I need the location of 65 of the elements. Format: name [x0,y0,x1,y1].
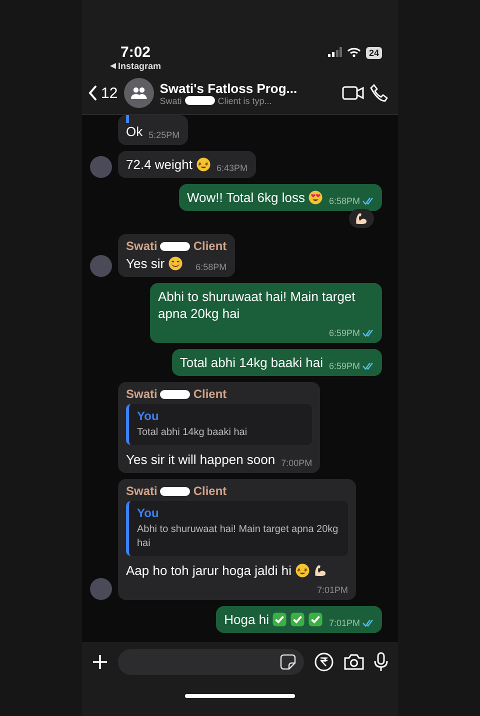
message-time: 7:01PM [328,618,360,628]
reaction-badge[interactable] [349,209,374,228]
sender-role: Client [193,387,227,401]
quoted-message[interactable]: You Abhi to shuruwaat hai! Main target apna 20kg hai [126,501,348,556]
redaction-mark [160,242,190,250]
flexed-arm-icon [312,563,328,578]
video-call-icon[interactable] [342,86,364,100]
phone-call-icon[interactable] [370,84,388,102]
message-time: 6:59PM [328,361,360,371]
check-mark-icon [290,612,305,627]
message-text: Wow!! Total 6kg loss [186,189,305,206]
typing-status: Swati [160,96,182,106]
group-avatar[interactable] [124,78,154,108]
battery-level: 24 [366,47,382,59]
redaction-mark [160,390,190,398]
back-button[interactable]: 12 [88,84,118,102]
sender-role: Client [193,484,227,498]
redaction-mark [184,96,215,105]
typing-status: Client is typ... [218,96,272,106]
sticker-icon [280,654,296,670]
message-time: 5:25PM [148,130,180,140]
message-time: 7:00PM [281,458,312,468]
message-text: Abhi to shuruwaat hai! Main target apna 20kg hai [158,288,356,322]
message-text: Yes sir [126,255,165,272]
sender-name: Swati [126,239,158,253]
check-mark-icon [272,612,287,627]
message-time: 6:58PM [328,196,360,206]
message-text: 72.4 weight [126,156,192,173]
message-text: Total abhi 14kg baaki hai [180,354,323,371]
chevron-left-icon [88,85,98,101]
flexed-arm-icon [354,211,369,226]
back-triangle-icon [110,63,116,69]
star-eyes-face-icon [294,563,310,578]
quote-author: You [137,409,160,423]
star-eyes-face-icon [196,157,210,172]
quote-author: You [137,506,160,520]
message-text: Ok [126,123,143,140]
quoted-message[interactable]: You Total abhi 14kg baaki hai [126,404,312,445]
check-mark-icon [308,612,323,627]
message-time: 6:43PM [216,163,248,173]
message-time: 6:59PM [328,328,360,338]
smiling-face-icon [168,256,183,271]
quote-text: Abhi to shuruwaat hai! Main target apna 20kg hai [137,523,340,551]
message-time: 6:58PM [196,262,227,272]
redaction-mark [160,486,190,496]
wifi-icon [346,47,361,57]
signal-icon [328,47,342,57]
status-time: 7:02 [120,44,151,61]
heart-eyes-face-icon [308,190,323,205]
back-app-link[interactable]: Instagram [118,61,162,71]
message-text: Yes sir it will happen soon [126,451,276,468]
message-time: 7:01PM [316,585,348,595]
sender-name: Swati [126,484,158,498]
message-text: Hoga hi [224,611,269,628]
chat-title[interactable]: Swati's Fatloss Prog... [160,80,336,96]
sender-name: Swati [126,387,158,401]
microphone-icon[interactable] [374,652,388,672]
add-icon[interactable] [92,654,108,670]
people-icon [130,87,148,99]
message-input-field[interactable] [118,649,304,675]
message-text: Aap ho toh jarur hoga jaldi hi [126,562,292,579]
rupee-icon[interactable] [314,652,334,672]
quote-text: Total abhi 14kg baaki hai [137,426,248,440]
sender-role: Client [193,239,227,253]
camera-icon[interactable] [344,654,364,670]
